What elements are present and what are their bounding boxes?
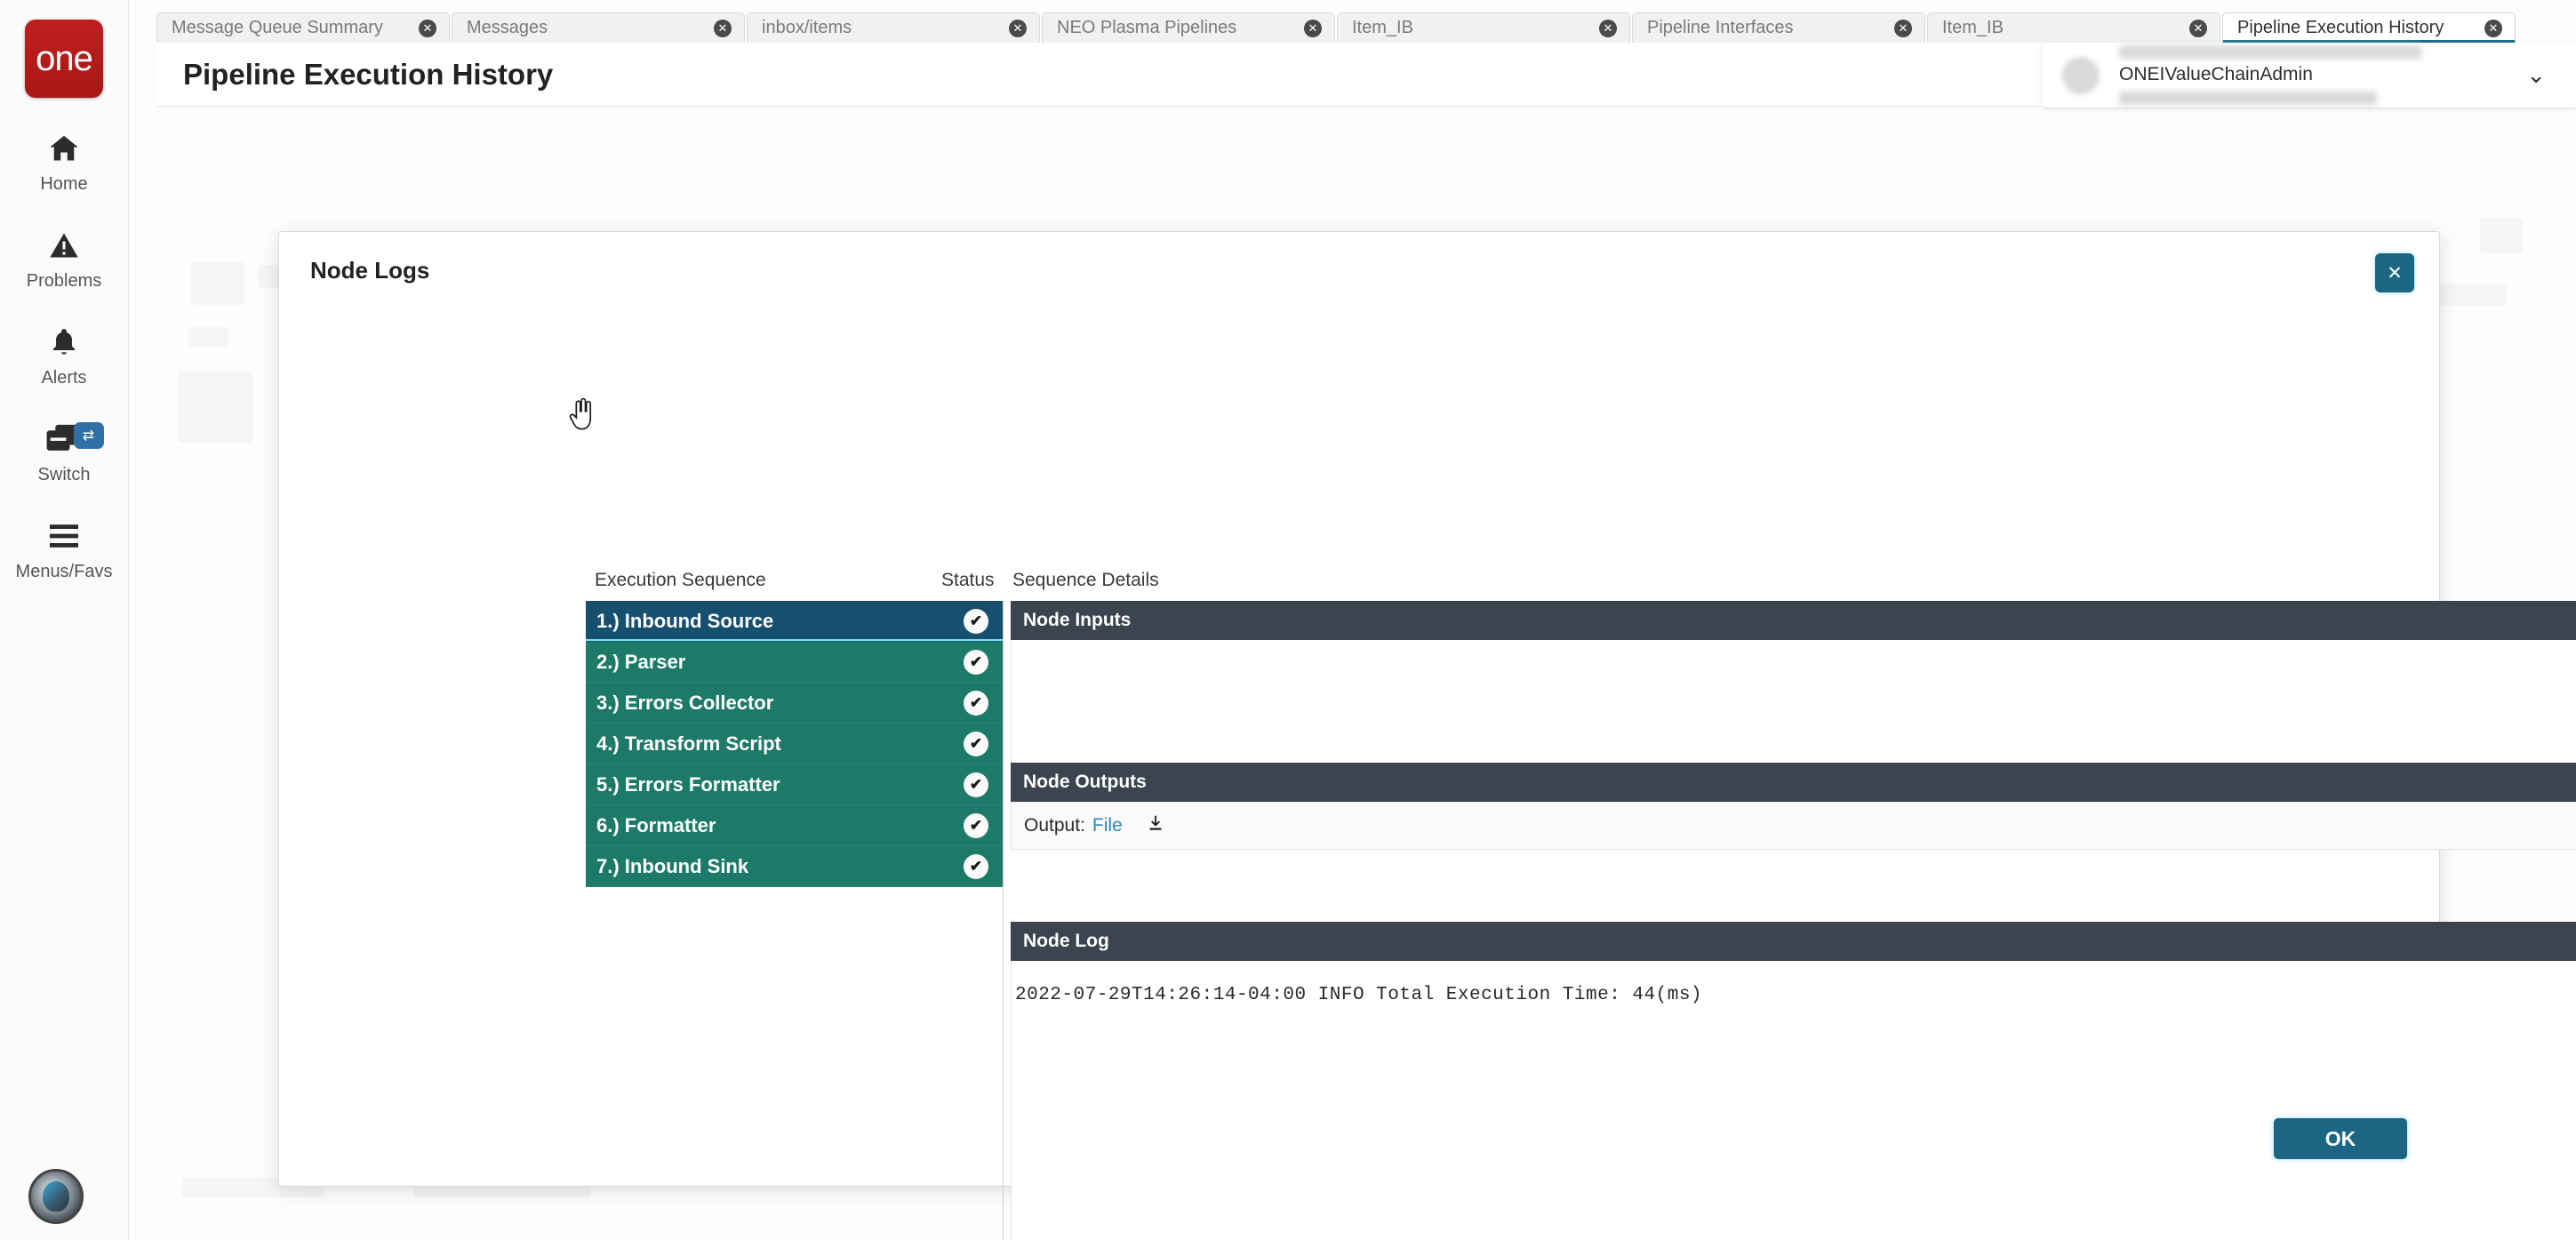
list-item[interactable]: 6.) Formatter ✔: [586, 805, 1003, 846]
background-content-block: [188, 327, 228, 347]
status-success-icon: ✔: [964, 731, 988, 756]
tab-inbox-items[interactable]: inbox/items ✕: [747, 12, 1040, 43]
sidebar-item-switch[interactable]: ⇄ Switch: [0, 419, 129, 485]
status-success-icon: ✔: [964, 608, 988, 634]
chevron-down-icon[interactable]: ⌄: [2526, 61, 2546, 89]
browser-tab-strip: Message Queue Summary ✕ Messages ✕ inbox…: [156, 12, 2576, 43]
output-file-link[interactable]: File: [1092, 815, 1123, 836]
assistant-avatar-icon[interactable]: [28, 1169, 84, 1224]
dialog-close-button[interactable]: ✕: [2375, 253, 2414, 292]
tab-message-queue-summary[interactable]: Message Queue Summary ✕: [156, 12, 450, 43]
node-log-header: Node Log: [1011, 922, 2576, 961]
user-name: ONEIValueChainAdmin: [2119, 64, 2313, 84]
list-item[interactable]: 2.) Parser ✔: [586, 642, 1003, 683]
user-org-line-redacted: [2119, 45, 2421, 59]
node-log-text: 2022-07-29T14:26:14-04:00 INFO Total Exe…: [1015, 985, 1703, 1005]
node-outputs-body: Output: File: [1011, 802, 2576, 850]
execution-sequence-list: 1.) Inbound Source ✔ 2.) Parser ✔ 3.) Er…: [586, 601, 1004, 887]
tab-pipeline-interfaces[interactable]: Pipeline Interfaces ✕: [1632, 12, 1925, 43]
status-success-icon: ✔: [964, 649, 988, 675]
close-icon[interactable]: ✕: [2189, 19, 2207, 37]
node-inputs-header: Node Inputs: [1011, 601, 2576, 640]
list-item[interactable]: 1.) Inbound Source ✔: [586, 601, 1003, 642]
left-navigation-rail: one Home Problems Alerts ⇄ Switch Menus/…: [0, 0, 129, 1240]
close-icon[interactable]: ✕: [2484, 19, 2502, 37]
output-label: Output:: [1024, 814, 1085, 836]
user-account-panel[interactable]: ONEIValueChainAdmin ⌄: [2043, 43, 2576, 108]
node-inputs-body: [1011, 640, 2576, 782]
column-header-execution-sequence: Execution Sequence: [595, 570, 766, 590]
sequence-label: 3.) Errors Collector: [596, 691, 774, 714]
sequence-label: 5.) Errors Formatter: [596, 772, 780, 796]
tab-neo-plasma-pipelines[interactable]: NEO Plasma Pipelines ✕: [1042, 12, 1335, 43]
list-item[interactable]: 4.) Transform Script ✔: [586, 724, 1003, 764]
node-outputs-header: Node Outputs: [1011, 763, 2576, 802]
sequence-label: 1.) Inbound Source: [596, 609, 774, 632]
bell-icon: [39, 322, 89, 363]
status-success-icon: ✔: [964, 772, 988, 797]
sidebar-label-problems: Problems: [26, 271, 102, 291]
background-content-block: [191, 262, 244, 305]
column-header-status: Status: [941, 570, 995, 590]
close-icon[interactable]: ✕: [419, 19, 436, 37]
tab-label: Pipeline Execution History: [2237, 18, 2444, 37]
sequence-label: 6.) Formatter: [596, 813, 716, 836]
sidebar-item-menus-favs[interactable]: Menus/Favs: [0, 516, 129, 582]
background-content-block: [2480, 218, 2523, 253]
node-logs-dialog: Node Logs ✕ Execution Sequence Status Se…: [278, 231, 2576, 1240]
sidebar-item-alerts[interactable]: Alerts: [0, 322, 129, 388]
tab-label: Messages: [467, 18, 548, 37]
close-icon[interactable]: ✕: [1009, 19, 1027, 37]
tab-item-ib-2[interactable]: Item_IB ✕: [1927, 12, 2220, 43]
close-icon[interactable]: ✕: [1894, 19, 1912, 37]
close-icon[interactable]: ✕: [714, 19, 732, 37]
close-icon[interactable]: ✕: [1304, 19, 1322, 37]
brand-logo[interactable]: one: [25, 20, 103, 98]
tab-item-ib-1[interactable]: Item_IB ✕: [1337, 12, 1630, 43]
hamburger-icon: [39, 516, 89, 556]
tab-label: Item_IB: [1352, 18, 1413, 37]
tab-pipeline-execution-history[interactable]: Pipeline Execution History ✕: [2222, 12, 2516, 43]
tab-label: Pipeline Interfaces: [1647, 18, 1794, 37]
user-info: ONEIValueChainAdmin: [2119, 45, 2475, 105]
ok-button[interactable]: OK: [2274, 1118, 2407, 1159]
close-x-icon: ✕: [2387, 262, 2403, 284]
page-title: Pipeline Execution History: [183, 57, 554, 91]
download-icon[interactable]: [1146, 813, 1165, 838]
warning-triangle-icon: [39, 225, 89, 266]
sidebar-label-switch: Switch: [37, 465, 91, 484]
application-window: one Home Problems Alerts ⇄ Switch Menus/…: [0, 0, 2576, 1240]
dialog-title: Node Logs: [310, 257, 430, 284]
sequence-label: 2.) Parser: [596, 650, 686, 673]
column-header-sequence-details: Sequence Details: [1012, 570, 1159, 590]
tab-label: Message Queue Summary: [172, 18, 383, 37]
status-success-icon: ✔: [964, 812, 988, 838]
sequence-label: 4.) Transform Script: [596, 732, 781, 755]
home-icon: [39, 128, 89, 169]
list-item[interactable]: 5.) Errors Formatter ✔: [586, 764, 1003, 805]
list-item[interactable]: 7.) Inbound Sink ✔: [586, 846, 1003, 887]
exchange-arrows-icon[interactable]: ⇄: [73, 422, 104, 449]
avatar: [2062, 56, 2100, 94]
background-content-block: [178, 372, 253, 443]
sequence-label: 7.) Inbound Sink: [596, 854, 749, 877]
tab-label: Item_IB: [1942, 18, 2004, 37]
column-header-row: Execution Sequence Status Sequence Detai…: [279, 570, 2439, 595]
sidebar-item-problems[interactable]: Problems: [0, 225, 129, 292]
tab-label: inbox/items: [762, 18, 852, 37]
brand-logo-text: one: [36, 38, 93, 78]
sidebar-label-home: Home: [40, 174, 88, 194]
close-icon[interactable]: ✕: [1599, 19, 1617, 37]
status-success-icon: ✔: [964, 853, 988, 879]
tab-messages[interactable]: Messages ✕: [452, 12, 745, 43]
sidebar-label-menus-favs: Menus/Favs: [15, 562, 113, 581]
user-role-line-redacted: [2119, 92, 2377, 105]
sidebar-item-home[interactable]: Home: [0, 128, 129, 195]
tab-label: NEO Plasma Pipelines: [1057, 18, 1237, 37]
status-success-icon: ✔: [964, 690, 988, 716]
sidebar-label-alerts: Alerts: [41, 368, 87, 388]
list-item[interactable]: 3.) Errors Collector ✔: [586, 683, 1003, 724]
